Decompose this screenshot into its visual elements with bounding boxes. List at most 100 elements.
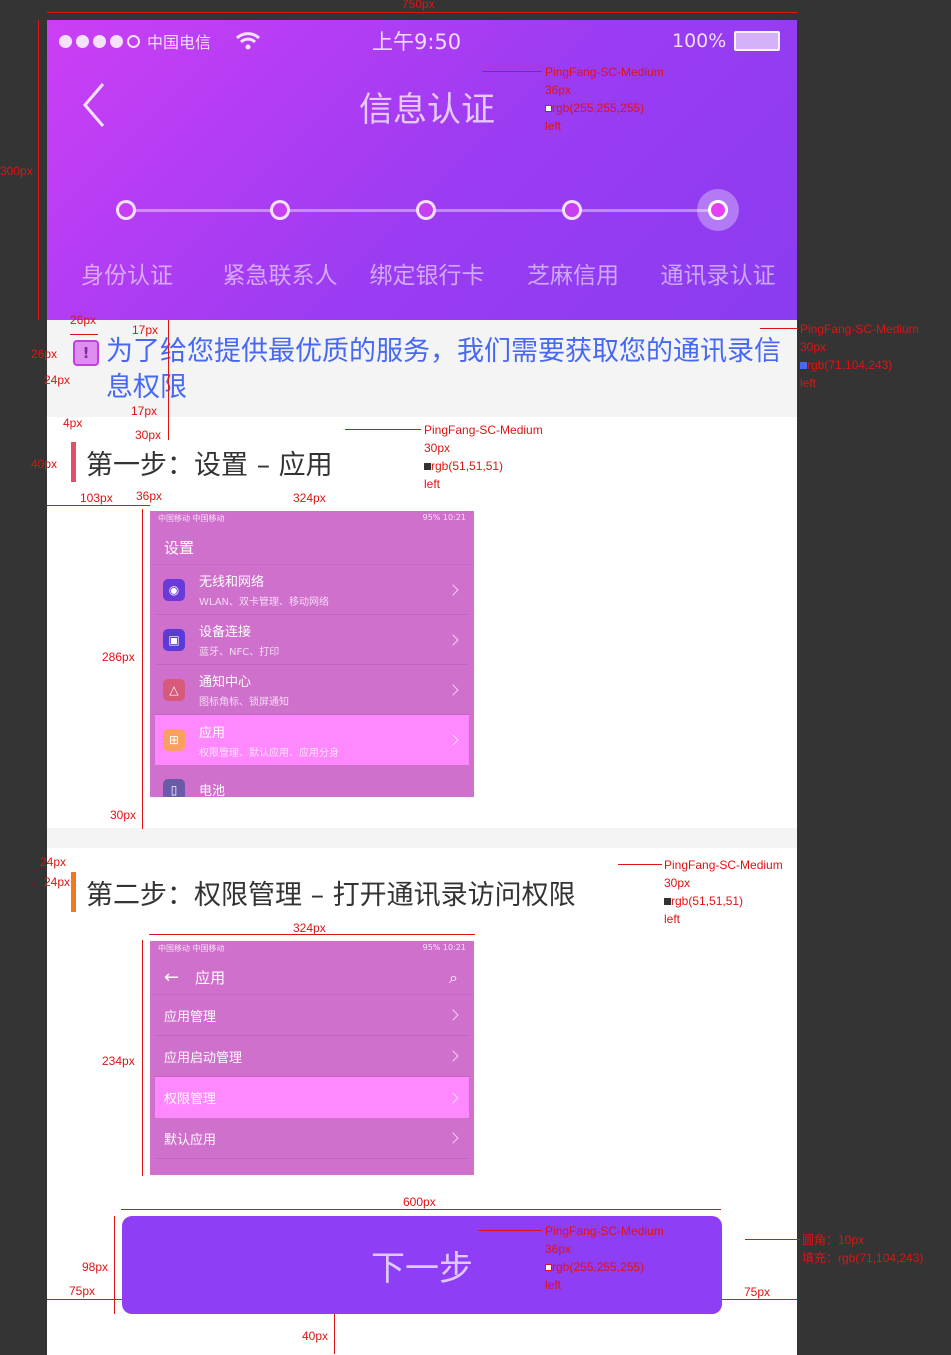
settings-row-apps: ⊞ 应用权限管理、默认应用、应用分身	[155, 715, 469, 765]
chevron-right-icon	[447, 734, 459, 746]
row-title: 通知中心	[199, 675, 252, 690]
shot2-header: ← 应用 ⌕	[150, 961, 474, 995]
row-title: 电池	[199, 784, 226, 797]
search-icon: ⌕	[449, 967, 458, 987]
row-sub: 图标角标、锁屏通知	[199, 697, 289, 708]
annotation-36px: 36px	[136, 489, 163, 503]
phone-screen: 中国电信 上午9:50 100% 信息认证 身份认证 紧急联系人 绑定银行卡 芝…	[47, 20, 797, 1355]
back-icon[interactable]	[79, 80, 115, 130]
annotation-26px-h: 26px	[31, 347, 58, 361]
step2-heading: 第二步：权限管理 – 打开通讯录访问权限	[71, 872, 576, 912]
annotation-title-font: PingFang-SC-Medium 36px rgb(255,255,255) le…	[545, 65, 664, 133]
chevron-right-icon	[447, 1050, 459, 1062]
apps-grid-icon: ⊞	[163, 729, 185, 751]
app-row-manage: 应用管理	[155, 995, 469, 1036]
chevron-right-icon	[447, 1132, 459, 1144]
annotation-234px: 234px	[102, 1054, 135, 1068]
settings-row-notifications: △ 通知中心图标角标、锁屏通知	[155, 665, 469, 715]
step1-title: 第一步：设置 – 应用	[86, 449, 333, 481]
annotation-26px: 26px	[70, 313, 97, 327]
row-title: 默认应用	[164, 1132, 217, 1148]
row-title: 应用管理	[164, 1009, 217, 1025]
header: 中国电信 上午9:50 100% 信息认证 身份认证 紧急联系人 绑定银行卡 芝…	[47, 20, 797, 320]
carrier-label: 中国电信	[147, 33, 212, 52]
step-node-5-current	[708, 200, 728, 220]
shot1-status-right: 95% 10:21	[422, 513, 466, 522]
annotation-notice-font: PingFang-SC-Medium 30px rgb(71,104,243) lef…	[800, 322, 919, 390]
app-row-default: 默认应用	[155, 1118, 469, 1159]
annotation-step1-font: PingFang-SC-Medium 30px rgb(51,51,51) left	[424, 423, 543, 491]
device-icon: ▣	[163, 628, 185, 651]
annotation-17px: 17px	[132, 323, 159, 337]
section-divider	[47, 828, 797, 848]
row-title: 应用	[199, 725, 226, 741]
settings-row-devices: ▣ 设备连接蓝牙、NFC、打印	[155, 615, 469, 665]
row-title: 无线和网络	[199, 575, 265, 590]
step-node-3	[416, 200, 436, 220]
step-label-1: 身份认证	[81, 263, 173, 289]
chevron-right-icon	[447, 683, 459, 696]
step2-screenshot: 中国移动 中国移动 95% 10:21 ← 应用 ⌕ 应用管理 应用启动管理 权限管…	[150, 941, 474, 1175]
annotation-40px: 40px	[31, 457, 58, 471]
step2-title: 第二步：权限管理 – 打开通讯录访问权限	[86, 879, 576, 911]
shot2-status-left: 中国移动 中国移动	[158, 944, 225, 953]
step2-accent-bar	[71, 872, 76, 912]
shot1-status-left: 中国移动 中国移动	[158, 514, 225, 523]
wifi-icon: ◉	[163, 578, 185, 601]
annotation-4px: 4px	[63, 416, 83, 430]
step-node-2	[270, 200, 290, 220]
step1-screenshot: 中国移动 中国移动 95% 10:21 设置 ◉ 无线和网络 WLAN、双卡管理、移…	[150, 511, 474, 797]
step-label-3: 绑定银行卡	[369, 263, 485, 289]
annotation-98px: 98px	[82, 1260, 109, 1274]
annotation-24px: 24px	[44, 373, 71, 387]
row-title: 设备连接	[199, 625, 252, 640]
chevron-right-icon	[447, 1091, 459, 1104]
step-label-5: 通讯录认证	[660, 263, 776, 289]
bell-icon: △	[163, 678, 185, 701]
app-row-startup: 应用启动管理	[155, 1036, 469, 1077]
battery-indicator: 100%	[672, 28, 781, 54]
page-title: 信息认证	[359, 90, 495, 130]
step-node-1	[116, 200, 136, 220]
chevron-right-icon	[447, 583, 459, 596]
app-row-permissions: 权限管理	[155, 1077, 469, 1118]
annotation-75px-left: 75px	[69, 1284, 96, 1298]
row-title: 应用启动管理	[164, 1050, 243, 1066]
status-time: 上午9:50	[372, 30, 462, 54]
notice-text: 为了给您提供最优质的服务，我们需要获取您的通讯录信息权限	[106, 336, 781, 403]
annotation-button-style: 圆角：10px 填充：rgb(71,104,243)	[802, 1233, 924, 1265]
annotation-40px-b: 40px	[302, 1329, 329, 1343]
annotation-button-font: PingFang-SC-Medium 36px rgb(255,255,255) le…	[545, 1224, 664, 1292]
permission-notice: ! 为了给您提供最优质的服务，我们需要获取您的通讯录信息权限	[47, 320, 797, 417]
arrow-left-icon: ←	[164, 967, 180, 988]
width-annotation: 750px	[402, 0, 435, 11]
step-label-4: 芝麻信用	[527, 263, 619, 289]
annotation-324px: 324px	[293, 491, 326, 505]
row-sub: 权限管理、默认应用、应用分身	[199, 747, 339, 759]
battery-percent: 100%	[672, 30, 727, 52]
wifi-icon	[235, 28, 261, 54]
settings-row-network: ◉ 无线和网络 WLAN、双卡管理、移动网络	[155, 565, 469, 615]
row-sub: 蓝牙、NFC、打印	[199, 647, 280, 658]
step1-heading: 第一步：设置 – 应用	[71, 442, 333, 482]
shot1-header: 设置	[150, 531, 474, 565]
annotation-286px: 286px	[102, 650, 135, 664]
signal-dots	[59, 28, 140, 54]
step1-accent-bar	[71, 442, 76, 482]
chevron-right-icon	[447, 633, 459, 646]
row-title: 权限管理	[164, 1092, 217, 1107]
info-icon: !	[73, 340, 99, 366]
battery-icon: ▯	[163, 778, 185, 797]
shot2-status-right: 95% 10:21	[422, 943, 466, 952]
step-label-2: 紧急联系人	[222, 263, 338, 289]
shot2-title: 应用	[195, 969, 226, 987]
chevron-right-icon	[447, 1009, 459, 1021]
settings-row-battery: ▯ 电池	[155, 765, 469, 797]
battery-icon	[734, 31, 781, 51]
annotation-step2-font: PingFang-SC-Medium 30px rgb(51,51,51) left	[664, 858, 783, 926]
annotation-header-height: 300px	[0, 164, 33, 178]
step-node-4	[562, 200, 582, 220]
annotation-17px-b: 17px	[131, 404, 158, 418]
annotation-24px-a: 24px	[40, 855, 67, 869]
row-sub: WLAN、双卡管理、移动网络	[199, 597, 330, 608]
